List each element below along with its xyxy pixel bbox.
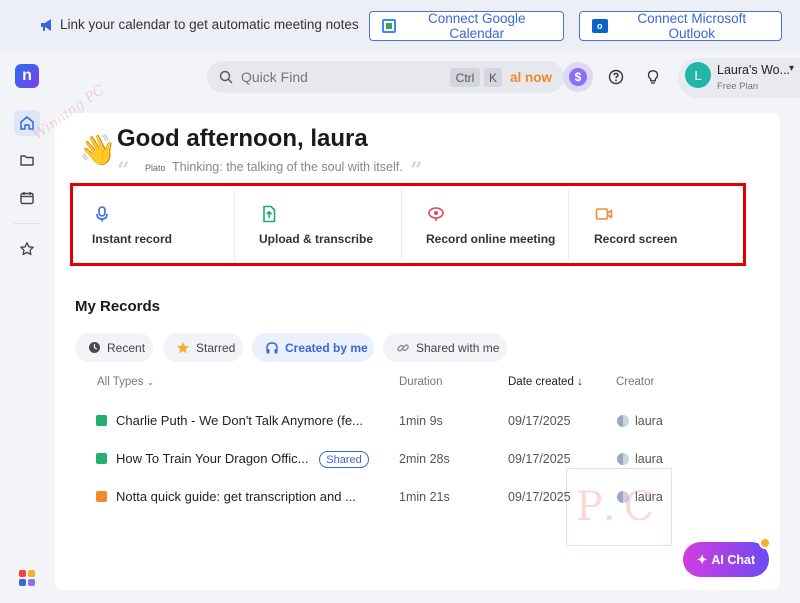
section-title: My Records bbox=[75, 298, 161, 315]
headphones-icon bbox=[266, 341, 278, 353]
column-duration: Duration bbox=[399, 376, 443, 388]
calendar-icon bbox=[20, 192, 34, 205]
sidebar-divider bbox=[14, 223, 40, 224]
quote-author: Plato bbox=[145, 163, 166, 173]
promo-text[interactable]: al now bbox=[510, 70, 552, 85]
folder-icon bbox=[20, 155, 34, 166]
quick-find-search[interactable]: Quick Find Ctrl K al now bbox=[207, 61, 564, 93]
connect-google-calendar-button[interactable]: Connect Google Calendar bbox=[369, 11, 564, 41]
upgrade-button[interactable]: $ bbox=[563, 62, 593, 92]
lightbulb-icon bbox=[647, 70, 659, 84]
star-icon bbox=[177, 341, 189, 353]
creator-avatar bbox=[617, 415, 629, 427]
open-quote-icon: “ bbox=[117, 158, 130, 184]
audio-file-icon bbox=[96, 415, 107, 426]
notification-dot bbox=[759, 537, 771, 549]
banner-text: Link your calendar to get automatic meet… bbox=[60, 17, 359, 32]
page-title: Good afternoon, laura bbox=[117, 125, 368, 152]
question-icon bbox=[608, 69, 624, 85]
filter-created-by-me[interactable]: Created by me bbox=[252, 333, 374, 362]
workspace-name: Laura's Wo... bbox=[717, 63, 791, 77]
sidebar-starred-button[interactable] bbox=[14, 236, 40, 262]
sparkle-icon: ✦ bbox=[696, 553, 708, 567]
filter-label: Recent bbox=[107, 340, 146, 355]
record-duration: 1min 21s bbox=[399, 490, 450, 504]
record-duration: 1min 9s bbox=[399, 414, 443, 428]
filter-label: Created by me bbox=[285, 340, 368, 355]
record-title[interactable]: Notta quick guide: get transcription and… bbox=[116, 489, 356, 504]
search-icon bbox=[219, 70, 233, 84]
column-date-created[interactable]: Date created ↓ bbox=[508, 376, 583, 388]
chevron-down-icon[interactable]: ▾ bbox=[789, 63, 794, 74]
star-outline-icon bbox=[20, 242, 34, 256]
all-types-filter[interactable]: All Types ⌄ bbox=[97, 376, 154, 388]
record-date: 09/17/2025 bbox=[508, 414, 571, 428]
highlight-box bbox=[70, 183, 746, 266]
column-creator: Creator bbox=[616, 376, 655, 388]
calendar-banner: Link your calendar to get automatic meet… bbox=[0, 0, 800, 52]
connect-outlook-button[interactable]: o Connect Microsoft Outlook bbox=[579, 11, 782, 41]
record-date: 09/17/2025 bbox=[508, 490, 571, 504]
filter-recent[interactable]: Recent bbox=[75, 333, 153, 362]
sort-arrow-icon: ↓ bbox=[577, 376, 583, 388]
google-calendar-icon bbox=[382, 19, 396, 33]
search-placeholder: Quick Find bbox=[241, 69, 308, 85]
help-button[interactable] bbox=[606, 67, 626, 87]
filter-label: Starred bbox=[196, 340, 236, 355]
filter-starred[interactable]: Starred bbox=[163, 333, 243, 362]
shortcut-ctrl-key: Ctrl bbox=[450, 68, 480, 87]
record-title[interactable]: Charlie Puth - We Don't Talk Anymore (fe… bbox=[116, 413, 363, 428]
waving-hand-icon: 👋 bbox=[79, 134, 117, 167]
link-icon bbox=[397, 343, 409, 352]
connect-google-label: Connect Google Calendar bbox=[427, 11, 526, 41]
ai-chat-button[interactable]: ✦ AI Chat bbox=[683, 542, 769, 577]
avatar[interactable]: L bbox=[685, 62, 711, 88]
clock-icon bbox=[89, 342, 100, 353]
megaphone-icon bbox=[41, 18, 51, 31]
connect-outlook-label: Connect Microsoft Outlook bbox=[637, 11, 747, 41]
shortcut-k-key: K bbox=[484, 68, 502, 87]
filter-label: Shared with me bbox=[416, 340, 500, 355]
dollar-icon: $ bbox=[569, 68, 587, 86]
audio-file-icon bbox=[96, 453, 107, 464]
record-title[interactable]: How To Train Your Dragon Offic... bbox=[116, 451, 308, 466]
record-creator: laura bbox=[635, 414, 663, 428]
tips-button[interactable] bbox=[643, 67, 663, 87]
record-duration: 2min 28s bbox=[399, 452, 450, 466]
record-creator: laura bbox=[635, 452, 663, 466]
chevron-down-icon: ⌄ bbox=[146, 377, 155, 387]
plan-label: Free Plan bbox=[717, 81, 759, 92]
notta-logo[interactable]: n bbox=[15, 64, 39, 88]
column-date-label: Date created bbox=[508, 376, 574, 388]
sidebar-calendar-button[interactable] bbox=[14, 185, 40, 211]
close-quote-icon: ” bbox=[410, 158, 423, 184]
column-type-label: All Types bbox=[97, 376, 144, 388]
shared-badge: Shared bbox=[319, 451, 369, 468]
watermark: P.C bbox=[566, 468, 672, 546]
quote-text: Thinking: the talking of the soul with i… bbox=[172, 160, 403, 174]
ai-chat-label: AI Chat bbox=[711, 552, 756, 567]
sidebar-folder-button[interactable] bbox=[14, 147, 40, 173]
creator-avatar bbox=[617, 453, 629, 465]
apps-grid-icon[interactable] bbox=[19, 570, 35, 586]
outlook-icon: o bbox=[592, 19, 608, 33]
filter-shared-with-me[interactable]: Shared with me bbox=[383, 333, 507, 362]
record-date: 09/17/2025 bbox=[508, 452, 571, 466]
banner-message: Link your calendar to get automatic meet… bbox=[40, 17, 359, 32]
video-file-icon bbox=[96, 491, 107, 502]
